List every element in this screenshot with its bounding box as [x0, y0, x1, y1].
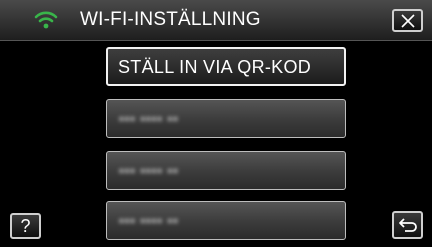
close-icon [401, 14, 415, 28]
wifi-icon [34, 10, 58, 30]
menu-item-network-1[interactable]: ▪▪▪ ▪▪▪▪ ▪▪ [106, 99, 346, 138]
menu-item-label: STÄLL IN VIA QR-KOD [118, 57, 312, 77]
menu-item-label: ▪▪▪ ▪▪▪▪ ▪▪ [119, 163, 179, 178]
menu-item-qr-code[interactable]: STÄLL IN VIA QR-KOD [106, 47, 346, 86]
title-bar: WI-FI-INSTÄLLNING [0, 0, 432, 41]
menu-item-network-3[interactable]: ▪▪▪ ▪▪▪▪ ▪▪ [106, 201, 346, 240]
close-button[interactable] [392, 9, 423, 32]
back-button[interactable] [392, 211, 423, 239]
menu-item-label: ▪▪▪ ▪▪▪▪ ▪▪ [119, 213, 179, 228]
page-title: WI-FI-INSTÄLLNING [80, 9, 261, 30]
help-button[interactable]: ? [10, 213, 41, 239]
help-icon: ? [20, 216, 31, 236]
return-icon [399, 218, 417, 232]
menu-item-label: ▪▪▪ ▪▪▪▪ ▪▪ [119, 111, 179, 126]
menu-item-network-2[interactable]: ▪▪▪ ▪▪▪▪ ▪▪ [106, 151, 346, 190]
